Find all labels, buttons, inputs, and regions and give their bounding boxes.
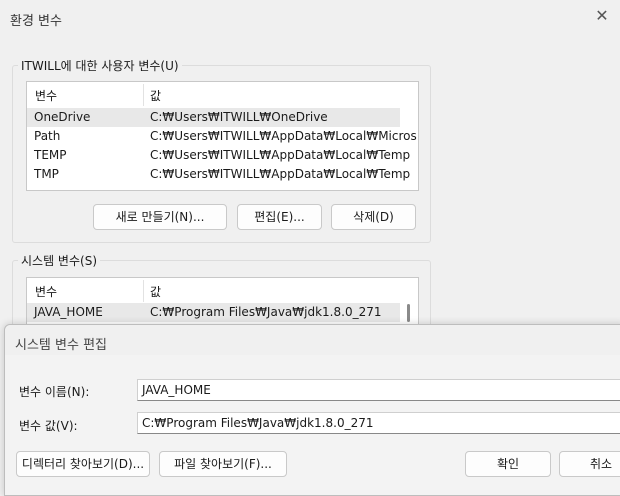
row-variable-value: C:₩Users₩ITWILL₩OneDrive — [150, 110, 328, 124]
variable-name-input[interactable]: JAVA_HOME — [137, 379, 620, 401]
cancel-button[interactable]: 취소 — [559, 451, 620, 477]
list-header: 변수 값 — [27, 82, 418, 106]
row-variable-value: C:₩Program Files₩Java₩jdk1.8.0_271 — [150, 305, 382, 319]
row-variable-name: OneDrive — [34, 110, 91, 124]
variable-value-input[interactable]: C:₩Program Files₩Java₩jdk1.8.0_271 — [137, 412, 620, 434]
table-row[interactable]: TEMP C:₩Users₩ITWILL₩AppData₩Local₩Temp — [27, 146, 410, 165]
column-divider[interactable] — [143, 84, 144, 106]
dialog-title: 시스템 변수 편집 — [15, 338, 107, 353]
user-variables-list[interactable]: 변수 값 OneDrive C:₩Users₩ITWILL₩OneDrive P… — [26, 81, 419, 191]
column-header-variable[interactable]: 변수 — [35, 87, 57, 104]
row-variable-name: TEMP — [34, 148, 67, 162]
variable-name-label: 변수 이름(N): — [19, 385, 90, 399]
column-header-value[interactable]: 값 — [150, 87, 161, 104]
table-row[interactable]: Path C:₩Users₩ITWILL₩AppData₩Local₩Micro… — [27, 127, 418, 146]
system-variables-label: 시스템 변수(S) — [18, 252, 100, 269]
list-header: 변수 값 — [27, 278, 418, 302]
user-variables-label: ITWILL에 대한 사용자 변수(U) — [18, 57, 182, 74]
row-variable-value: C:₩Users₩ITWILL₩AppData₩Local₩Temp — [150, 167, 411, 181]
variable-value-label: 변수 값(V): — [19, 419, 78, 433]
new-button[interactable]: 새로 만들기(N)... — [93, 204, 227, 230]
row-variable-name: TMP — [34, 167, 59, 181]
table-row[interactable]: JAVA_HOME C:₩Program Files₩Java₩jdk1.8.0… — [27, 303, 400, 322]
browse-file-button[interactable]: 파일 찾아보기(F)... — [159, 451, 287, 477]
scrollbar-thumb[interactable] — [407, 304, 410, 322]
row-variable-name: Path — [34, 129, 61, 143]
column-divider[interactable] — [143, 280, 144, 302]
edit-system-variable-dialog: 시스템 변수 편집 변수 이름(N): JAVA_HOME 변수 값(V): C… — [4, 324, 620, 496]
table-row[interactable]: TMP C:₩Users₩ITWILL₩AppData₩Local₩Temp — [27, 165, 410, 184]
ok-button[interactable]: 확인 — [465, 451, 551, 477]
table-row[interactable]: OneDrive C:₩Users₩ITWILL₩OneDrive — [27, 108, 400, 127]
browse-directory-button[interactable]: 디렉터리 찾아보기(D)... — [16, 451, 150, 477]
dialog-title: 환경 변수 — [10, 14, 62, 29]
column-header-variable[interactable]: 변수 — [35, 283, 57, 300]
delete-button[interactable]: 삭제(D) — [331, 204, 416, 230]
row-variable-name: JAVA_HOME — [34, 305, 103, 319]
title-bar[interactable]: 시스템 변수 편집 — [5, 325, 620, 355]
row-variable-value: C:₩Users₩ITWILL₩AppData₩Local₩Temp — [150, 148, 411, 162]
edit-button[interactable]: 편집(E)... — [237, 204, 322, 230]
close-icon[interactable]: ✕ — [594, 8, 610, 24]
row-variable-value: C:₩Users₩ITWILL₩AppData₩Local₩Micros... — [150, 129, 419, 143]
column-header-value[interactable]: 값 — [150, 283, 161, 300]
